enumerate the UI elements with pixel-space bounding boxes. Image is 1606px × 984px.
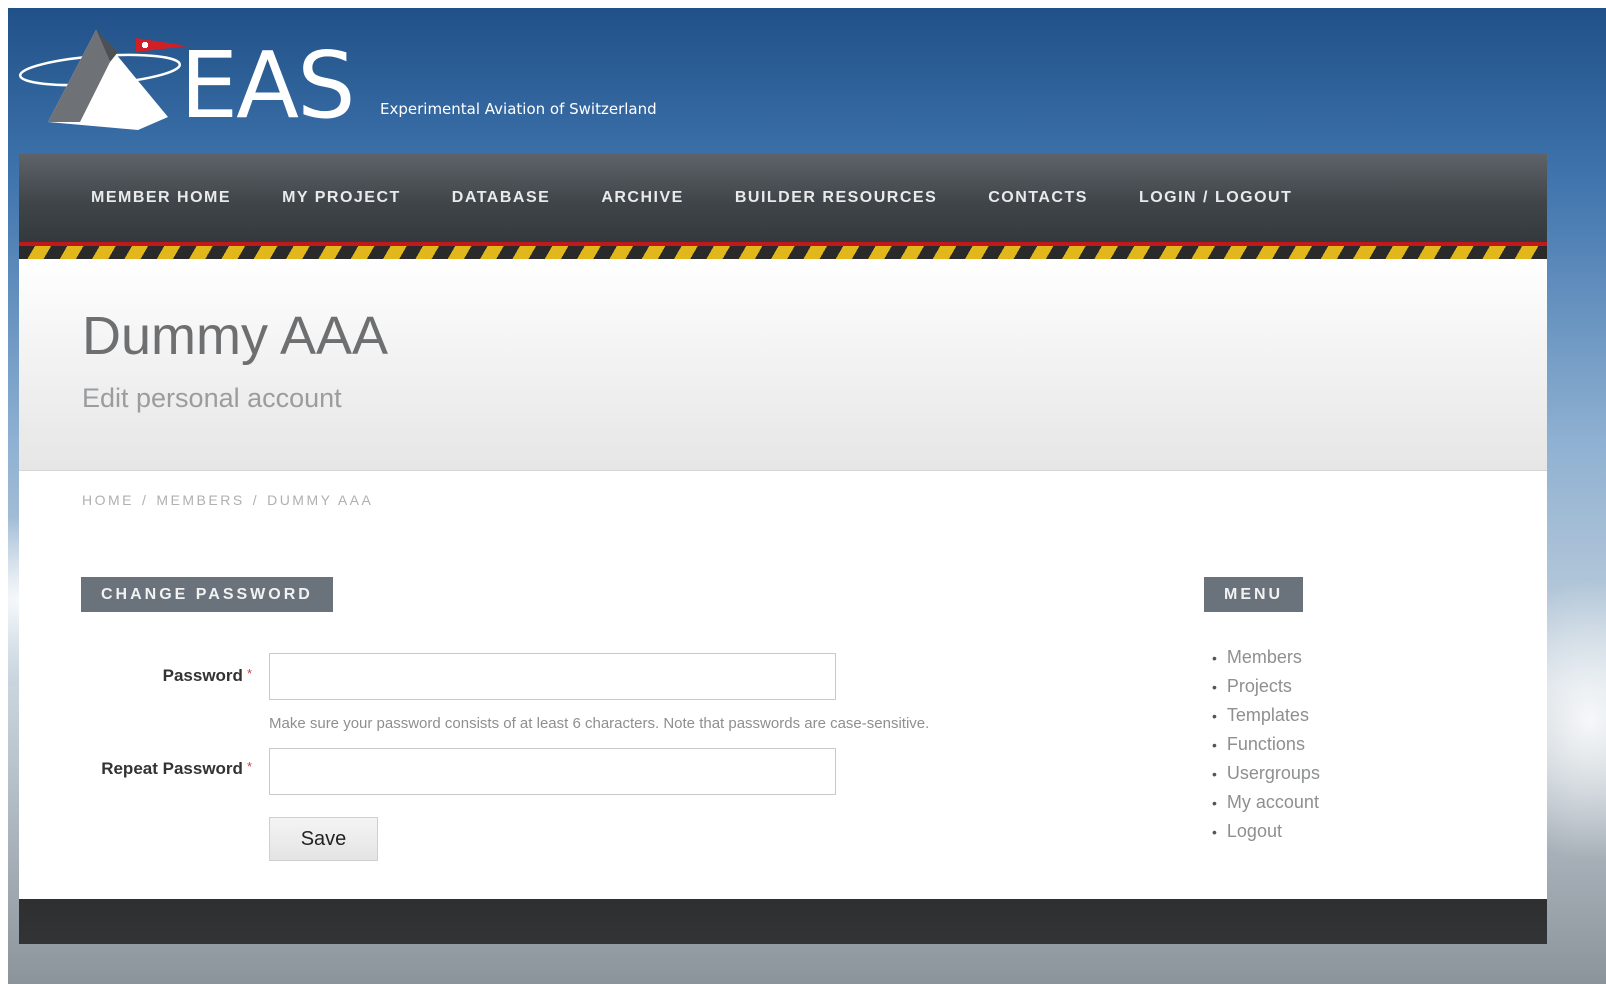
menu-item-functions[interactable]: • Functions xyxy=(1212,730,1320,759)
breadcrumb-separator: / xyxy=(252,492,260,508)
menu-item-label: Templates xyxy=(1226,705,1309,725)
frame-left-border xyxy=(0,0,8,984)
change-password-heading: CHANGE PASSWORD xyxy=(81,577,333,612)
breadcrumb-home[interactable]: HOME xyxy=(82,492,134,508)
site-logo[interactable]: EAS Experimental Aviation of Switzerland xyxy=(18,22,698,142)
password-input[interactable] xyxy=(269,653,836,700)
nav-item-database[interactable]: DATABASE xyxy=(452,189,551,207)
menu-item-label: Functions xyxy=(1226,734,1305,754)
page-title: Dummy AAA xyxy=(82,306,389,366)
menu-item-templates[interactable]: • Templates xyxy=(1212,701,1320,730)
save-button[interactable]: Save xyxy=(269,817,378,861)
menu-item-label: Members xyxy=(1226,647,1302,667)
menu-item-label: Logout xyxy=(1226,821,1282,841)
repeat-password-label: Repeat Password * xyxy=(101,759,252,779)
logo-tagline: Experimental Aviation of Switzerland xyxy=(380,100,657,118)
menu-item-members[interactable]: • Members xyxy=(1212,643,1320,672)
page-subtitle: Edit personal account xyxy=(82,383,342,413)
bullet-icon: • xyxy=(1212,766,1217,782)
breadcrumb: HOME / MEMBERS / DUMMY AAA xyxy=(82,492,373,508)
nav-item-my-project[interactable]: MY PROJECT xyxy=(282,189,401,207)
bullet-icon: • xyxy=(1212,650,1217,666)
breadcrumb-separator: / xyxy=(142,492,149,508)
menu-item-projects[interactable]: • Projects xyxy=(1212,672,1320,701)
password-label-text: Password xyxy=(162,666,243,685)
breadcrumb-current: DUMMY AAA xyxy=(267,492,374,508)
required-marker: * xyxy=(246,666,252,681)
nav-item-member-home[interactable]: MEMBER HOME xyxy=(91,189,231,207)
page-footer xyxy=(19,899,1547,944)
menu-item-label: Projects xyxy=(1226,676,1292,696)
nav-item-contacts[interactable]: CONTACTS xyxy=(988,189,1088,207)
logo-text: EAS xyxy=(180,32,355,139)
nav-hazard-stripe xyxy=(19,246,1547,259)
main-nav: MEMBER HOME MY PROJECT DATABASE ARCHIVE … xyxy=(19,154,1547,242)
title-band: Dummy AAA Edit personal account xyxy=(19,259,1547,471)
menu-item-logout[interactable]: • Logout xyxy=(1212,817,1320,846)
repeat-password-input[interactable] xyxy=(269,748,836,795)
repeat-password-label-text: Repeat Password xyxy=(101,759,243,778)
nav-item-builder-resources[interactable]: BUILDER RESOURCES xyxy=(735,189,937,207)
bullet-icon: • xyxy=(1212,824,1217,840)
frame-top-border xyxy=(0,0,1606,8)
nav-item-login-logout[interactable]: LOGIN / LOGOUT xyxy=(1139,189,1292,207)
bullet-icon: • xyxy=(1212,679,1217,695)
password-label: Password * xyxy=(163,666,252,686)
bullet-icon: • xyxy=(1212,708,1217,724)
nav-item-archive[interactable]: ARCHIVE xyxy=(601,189,684,207)
content-panel: Dummy AAA Edit personal account HOME / M… xyxy=(19,259,1547,899)
password-hint: Make sure your password consists of at l… xyxy=(269,715,930,732)
bullet-icon: • xyxy=(1212,795,1217,811)
breadcrumb-members[interactable]: MEMBERS xyxy=(156,492,244,508)
menu-item-usergroups[interactable]: • Usergroups xyxy=(1212,759,1320,788)
side-menu: • Members • Projects • Templates • Functions… xyxy=(1212,643,1320,846)
menu-item-label: My account xyxy=(1226,792,1319,812)
menu-item-label: Usergroups xyxy=(1226,763,1320,783)
menu-item-my-account[interactable]: • My account xyxy=(1212,788,1320,817)
menu-heading: MENU xyxy=(1204,577,1304,612)
required-marker: * xyxy=(246,759,252,774)
bullet-icon: • xyxy=(1212,737,1217,753)
